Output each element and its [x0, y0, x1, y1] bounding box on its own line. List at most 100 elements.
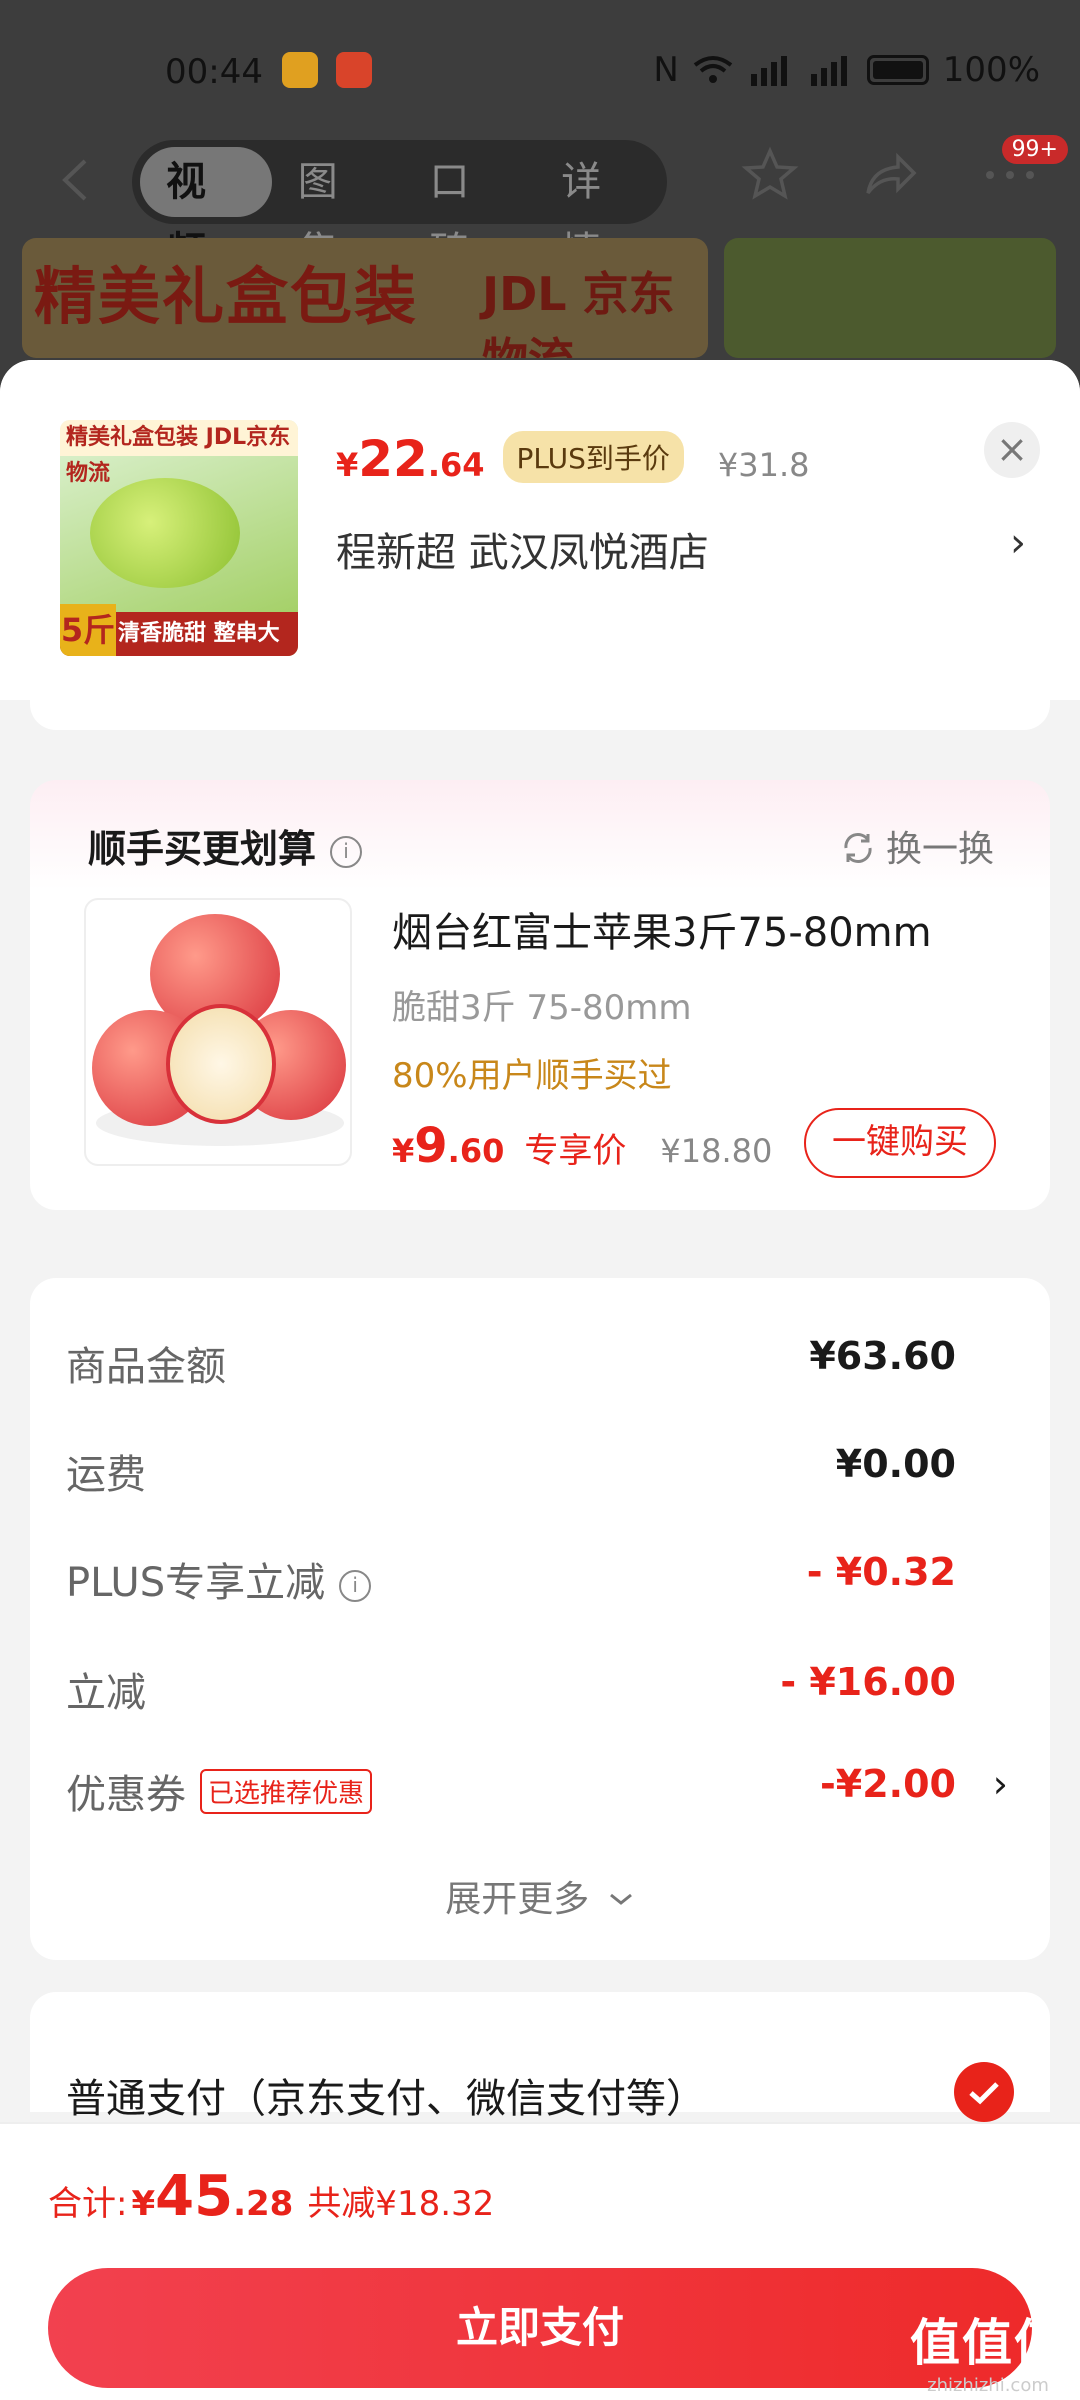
options-card-bottom: [30, 690, 1050, 730]
summary-value: ¥0.00: [835, 1442, 956, 1486]
battery-icon: [866, 55, 929, 85]
price-integer: 22: [358, 430, 428, 488]
upsell-original-price: ¥18.80: [660, 1132, 773, 1170]
upsell-item-note: 80%用户顺手买过: [392, 1056, 672, 1096]
summary-value: ¥63.60: [809, 1334, 956, 1378]
total-decimal: .28: [233, 2184, 294, 2224]
summary-label: 运费: [66, 1452, 146, 1498]
checkout-sheet: 精美礼盒包装 JDL京东物流 清香脆甜 整串大果 5斤 ¥22.64 PLUS到…: [0, 360, 1080, 2400]
product-price-row: ¥22.64 PLUS到手价 ¥31.8: [336, 430, 810, 491]
expand-more-button[interactable]: 展开更多: [30, 1870, 1050, 1922]
summary-row-subtotal: 商品金额 ¥63.60: [66, 1334, 1010, 1394]
nfc-icon: N: [653, 50, 679, 90]
total-currency: ¥: [131, 2184, 156, 2224]
weibo-icon: [282, 52, 318, 88]
status-right: N 100%: [653, 50, 1040, 90]
watermark-sub: zhizhizhi.com: [927, 2375, 1049, 2396]
summary-row-plus-discount: PLUS专享立减 i - ¥0.32: [66, 1550, 1010, 1610]
product-image: 精美礼盒包装 JDL京东物流 清香脆甜 整串大果 5斤: [60, 420, 298, 656]
product-image-caption: 精美礼盒包装 JDL京东物流: [60, 420, 298, 486]
message-badge: 99+: [1001, 135, 1068, 164]
nav-actions: [740, 145, 1040, 205]
status-bar: 00:44 N 100%: [0, 0, 1080, 140]
payment-method-label: 普通支付（京东支付、微信支付等）: [66, 2076, 706, 2122]
apple-image[interactable]: [84, 898, 352, 1166]
summary-label: 立减: [66, 1670, 146, 1716]
upsell-price-row: ¥9.60 专享价 ¥18.80: [392, 1118, 772, 1174]
summary-value: - ¥16.00: [780, 1660, 956, 1704]
total-row: 合计: ¥45.28 共减¥18.32: [48, 2164, 494, 2229]
refresh-icon: [844, 833, 872, 863]
summary-value: - ¥0.32: [806, 1550, 956, 1594]
coupon-tag: 已选推荐优惠: [200, 1769, 373, 1814]
product-image-weight: 5斤: [60, 604, 116, 656]
summary-label: 商品金额: [66, 1344, 226, 1390]
upsell-price-integer: 9: [414, 1118, 448, 1174]
upsell-card: 顺手买更划算 i 换一换 烟台红富士苹果3斤75-80mm 脆甜3斤 75-80m…: [30, 780, 1050, 1210]
swap-button[interactable]: 换一换: [840, 820, 994, 872]
upsell-title: 顺手买更划算 i: [88, 818, 363, 873]
signal-icon-2: [810, 56, 847, 86]
price-currency: ¥: [336, 446, 359, 484]
summary-row-instant-discount: 立减 - ¥16.00: [66, 1660, 1010, 1720]
sheet-header: 精美礼盒包装 JDL京东物流 清香脆甜 整串大果 5斤 ¥22.64 PLUS到…: [0, 360, 1080, 700]
coupon-label: 优惠券: [66, 1772, 186, 1818]
chevron-down-icon: [609, 1893, 632, 1905]
total-integer: 45: [155, 2164, 234, 2229]
plus-discount-label: PLUS专享立减: [66, 1560, 326, 1606]
info-icon[interactable]: i: [339, 1570, 372, 1602]
upsell-item-spec: 脆甜3斤 75-80mm: [392, 988, 692, 1028]
exclusive-price-label: 专享价: [524, 1131, 627, 1171]
close-button[interactable]: ×: [984, 422, 1040, 478]
address-text: 程新超 武汉凤悦酒店: [336, 530, 709, 576]
battery-percent: 100%: [942, 50, 1040, 90]
tab-video[interactable]: 视频: [140, 147, 272, 275]
total-label: 合计:: [48, 2184, 128, 2224]
upsell-price-currency: ¥: [392, 1132, 415, 1170]
plus-price-tag: PLUS到手价: [502, 431, 684, 483]
product-price: ¥22.64: [336, 430, 485, 488]
app-notification-icon: [336, 52, 372, 88]
summary-label: PLUS专享立减 i: [66, 1550, 372, 1608]
tab-reviews[interactable]: 口碑: [404, 147, 536, 275]
banner-logistics: JDL 京东物流: [482, 267, 675, 358]
background-page: 00:44 N 100% 视频 图集 口碑 详情 99+ 精美礼盒包装 JDL …: [0, 0, 1080, 400]
swap-label: 换一换: [885, 829, 994, 870]
banner-text: 精美礼盒包装: [34, 260, 419, 333]
watermark: 值值值 zhizhizhi.com: [910, 2303, 1066, 2396]
one-click-buy-button[interactable]: 一键购买: [804, 1108, 996, 1178]
wifi-icon: [693, 56, 733, 83]
star-icon[interactable]: [740, 145, 800, 205]
grapes-image: [90, 478, 240, 588]
upsell-item-name[interactable]: 烟台红富士苹果3斤75-80mm: [392, 900, 932, 958]
chevron-right-icon: ›: [1010, 520, 1026, 566]
price-summary-card: 商品金额 ¥63.60 运费 ¥0.00 PLUS专享立减 i - ¥0.32 立…: [30, 1278, 1050, 1960]
info-icon[interactable]: i: [330, 836, 363, 868]
selected-check-icon[interactable]: [954, 2062, 1014, 2122]
watermark-main: 值值值: [910, 2314, 1066, 2372]
signal-icon-1: [750, 56, 787, 86]
apple-half: [166, 1004, 276, 1124]
product-banner: 精美礼盒包装 JDL 京东物流: [22, 238, 708, 358]
chevron-right-icon: ›: [992, 1762, 1008, 1806]
tab-gallery[interactable]: 图集: [272, 147, 404, 275]
checkout-footer: 合计: ¥45.28 共减¥18.32 立即支付 值值值 zhizhizhi.c…: [0, 2122, 1080, 2400]
expand-label: 展开更多: [445, 1879, 590, 1920]
payment-method-card[interactable]: 普通支付（京东支付、微信支付等）: [30, 1992, 1050, 2122]
price-decimal: .64: [427, 446, 485, 484]
back-arrow-icon[interactable]: [55, 155, 95, 205]
summary-value: -¥2.00: [820, 1762, 956, 1806]
status-time: 00:44: [165, 52, 263, 92]
banner-thumbnail: [724, 238, 1056, 358]
upsell-title-text: 顺手买更划算: [88, 827, 317, 871]
tab-details[interactable]: 详情: [535, 147, 667, 275]
media-tabs: 视频 图集 口碑 详情: [132, 140, 667, 275]
share-icon[interactable]: [860, 145, 920, 205]
pay-now-button[interactable]: 立即支付: [48, 2268, 1032, 2388]
address-selector[interactable]: 程新超 武汉凤悦酒店 ›: [336, 520, 1026, 578]
upsell-price-decimal: .60: [447, 1132, 505, 1170]
summary-row-coupon[interactable]: 优惠券 已选推荐优惠 -¥2.00 ›: [66, 1762, 1010, 1822]
summary-row-shipping: 运费 ¥0.00: [66, 1442, 1010, 1502]
original-price: ¥31.8: [717, 446, 810, 484]
summary-label: 优惠券 已选推荐优惠: [66, 1762, 373, 1820]
